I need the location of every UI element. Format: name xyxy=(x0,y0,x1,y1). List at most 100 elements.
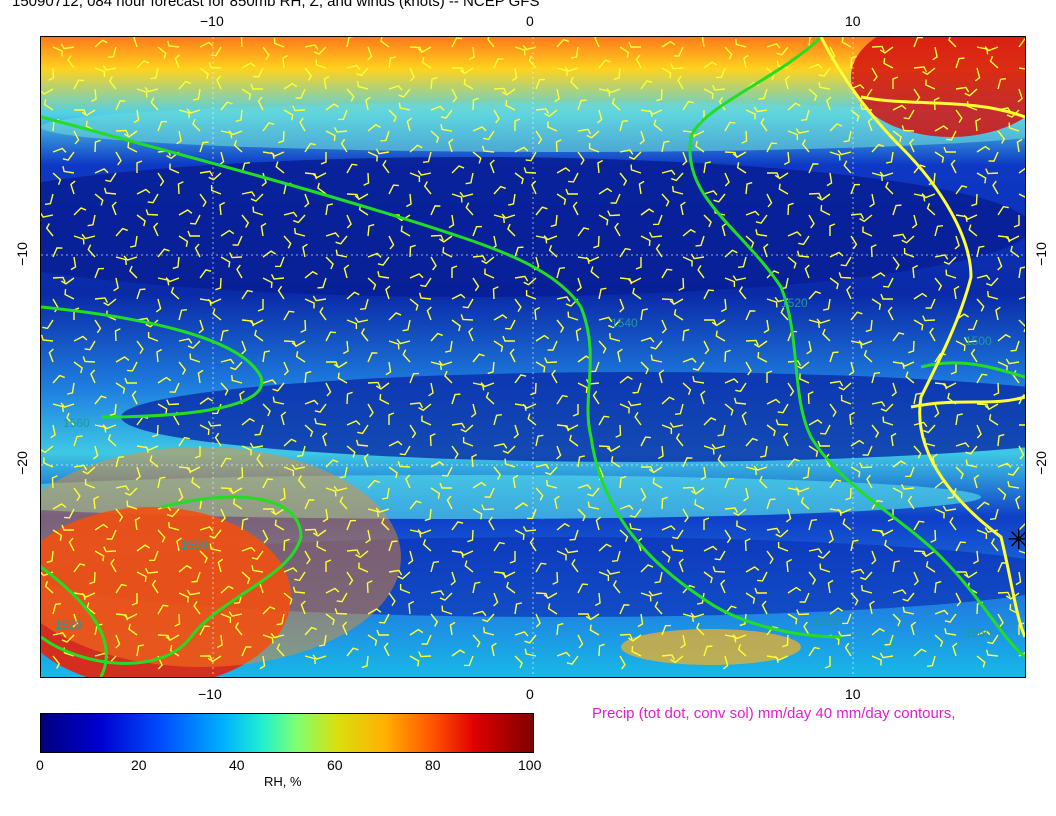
wind-barb xyxy=(556,319,565,333)
wind-barb xyxy=(357,80,369,90)
wind-barb xyxy=(199,298,212,306)
wind-barb xyxy=(944,628,957,636)
wind-barb xyxy=(178,361,187,375)
wind-barb xyxy=(170,287,180,300)
wind-barb xyxy=(462,298,474,309)
wind-barb xyxy=(354,317,369,323)
wind-barb xyxy=(144,86,159,93)
wind-barb xyxy=(871,655,882,666)
wind-barb xyxy=(283,82,298,90)
contour-label-8: 1560 xyxy=(965,626,992,640)
wind-barb xyxy=(502,335,515,342)
wind-barb xyxy=(220,358,235,365)
wind-barb xyxy=(985,649,999,657)
wind-barb xyxy=(1018,295,1025,301)
wind-barb xyxy=(367,634,378,646)
wind-barb xyxy=(535,361,546,373)
wind-barb xyxy=(94,319,102,334)
contour-label-2: 1540 xyxy=(611,316,638,330)
wind-barb xyxy=(757,352,768,363)
wind-barb xyxy=(409,628,424,636)
wind-barb xyxy=(257,299,264,312)
wind-barb xyxy=(346,37,355,48)
wind-barb xyxy=(385,361,392,376)
wind-barb xyxy=(824,656,831,669)
wind-barb xyxy=(41,445,54,454)
wind-barb xyxy=(598,59,611,69)
wind-barb xyxy=(952,642,958,657)
top-tick-10: 10 xyxy=(845,13,861,29)
wind-barb xyxy=(360,328,369,342)
wind-barb xyxy=(829,151,841,161)
wind-barb xyxy=(136,88,148,98)
wind-barb xyxy=(910,621,917,636)
wind-barb xyxy=(886,151,894,164)
wind-barb xyxy=(677,75,684,90)
wind-barb xyxy=(715,330,726,342)
wind-barb xyxy=(323,75,330,90)
wind-barb xyxy=(430,613,439,627)
wind-barb xyxy=(968,319,978,331)
wind-barb xyxy=(589,624,600,636)
wind-barb xyxy=(571,46,579,59)
wind-barb xyxy=(380,37,390,48)
wind-barb xyxy=(325,331,336,342)
colorbar-tick-0: 0 xyxy=(36,757,44,773)
wind-barb xyxy=(488,516,495,531)
wind-barb xyxy=(670,63,684,70)
wind-barb xyxy=(953,285,960,300)
wind-barb xyxy=(409,655,420,667)
wind-barb xyxy=(178,309,188,321)
wind-barb xyxy=(73,361,83,374)
wind-barb xyxy=(451,521,464,531)
wind-barb xyxy=(283,310,295,321)
wind-barb xyxy=(409,298,419,311)
wind-barb xyxy=(486,37,495,48)
wind-barb xyxy=(115,382,126,394)
wind-barb xyxy=(150,67,159,80)
wind-barb xyxy=(94,139,101,153)
wind-barb xyxy=(472,353,485,363)
wind-barb xyxy=(808,63,823,69)
wind-barb xyxy=(241,88,252,100)
wind-barb xyxy=(556,522,570,531)
wind-barb xyxy=(661,40,676,48)
wind-barb xyxy=(949,516,957,531)
wind-barb xyxy=(990,538,999,552)
wind-barb xyxy=(262,46,270,61)
wind-barb xyxy=(136,288,146,300)
wind-barb xyxy=(262,350,270,363)
wind-barb xyxy=(41,88,54,95)
wind-barb xyxy=(535,334,550,342)
wind-barb xyxy=(359,298,369,310)
contour-label-4: 1500 xyxy=(965,334,992,348)
map-canvas: 1560 1540 1520 1500 1560 1520 1520 1560 … xyxy=(41,37,1025,677)
wind-barb xyxy=(157,376,172,384)
wind-barb xyxy=(997,462,1012,468)
top-tick-0: 0 xyxy=(526,13,534,29)
wind-barb xyxy=(304,298,315,309)
wind-barb xyxy=(930,529,937,543)
wind-barb xyxy=(535,78,545,90)
wind-barb xyxy=(346,647,359,657)
dry-core-band-2 xyxy=(121,372,1025,462)
wind-barb xyxy=(650,354,663,363)
wind-barb xyxy=(103,298,117,307)
wind-barb xyxy=(528,55,537,69)
wind-barb xyxy=(254,329,264,342)
wind-barb xyxy=(52,147,67,153)
wind-barb xyxy=(841,37,852,48)
wind-barb xyxy=(997,256,1003,271)
wind-barb xyxy=(376,629,389,636)
wind-barb xyxy=(926,655,936,667)
wind-barb xyxy=(346,64,361,71)
wind-barb xyxy=(905,466,915,478)
wind-barb xyxy=(94,395,107,405)
wind-barb xyxy=(52,46,63,57)
wind-barb xyxy=(850,466,861,478)
wind-barb xyxy=(451,88,458,103)
wind-barb xyxy=(758,88,768,100)
wind-barb xyxy=(934,277,943,291)
wind-barb xyxy=(388,56,396,69)
wind-barb xyxy=(887,306,894,321)
